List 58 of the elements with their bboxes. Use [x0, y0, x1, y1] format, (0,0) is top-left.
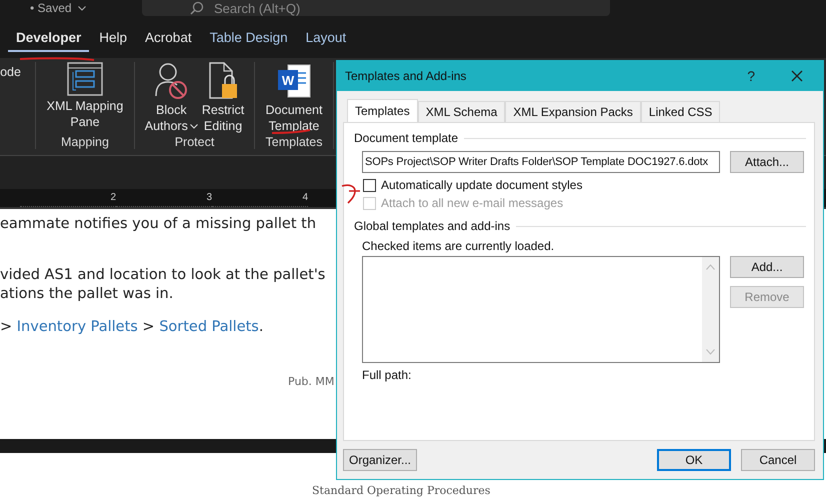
paragraph: vided AS1 and location to look at the pallet's	[0, 266, 326, 285]
ruler-number: 4	[302, 192, 308, 203]
dialog-title: Templates and Add-ins	[345, 69, 468, 83]
ribbon-tab[interactable]: Layout	[298, 26, 354, 52]
ribbon-button[interactable]: XML Mapping Pane	[46, 62, 124, 135]
chevron-down-icon	[706, 349, 715, 355]
arrow-mark-drawing	[341, 182, 361, 204]
paragraph: > Inventory Pallets > Sorted Pallets.	[0, 318, 264, 337]
ribbon-tab[interactable]: Developer	[8, 26, 90, 52]
person-block-icon	[154, 62, 188, 100]
paragraph: eammate notifies you of a missing pallet th	[0, 215, 316, 234]
close-icon	[791, 70, 803, 82]
section-label: Document template	[354, 131, 458, 145]
dialog-tab[interactable]: Templates	[347, 99, 418, 122]
dialog-tab[interactable]: Linked CSS	[640, 101, 720, 122]
dialog-tab[interactable]: XML Expansion Packs	[505, 101, 641, 122]
attach-button[interactable]: Attach...	[730, 151, 804, 173]
mapping-pane-icon	[66, 62, 103, 96]
search-bar[interactable]: Search (Alt+Q)	[142, 0, 610, 16]
full-path-label: Full path:	[361, 368, 412, 382]
ribbon-button[interactable]: Block Authors	[144, 62, 198, 135]
ribbon-tab[interactable]: Acrobat	[137, 26, 200, 52]
template-list[interactable]	[362, 256, 720, 363]
page-heading: Standard Operating Procedures	[312, 484, 490, 497]
caret-icon	[78, 6, 86, 10]
group-label: Protect	[174, 135, 216, 149]
dialog-button[interactable]: Add...	[730, 256, 804, 278]
ribbon-tab[interactable]: Help	[91, 26, 136, 52]
group-label: Mapping	[60, 135, 110, 149]
ruler-number: 2	[110, 192, 116, 203]
dialog-button[interactable]: Organizer...	[343, 449, 417, 471]
ribbon-button[interactable]: ode	[0, 62, 21, 149]
checkbox[interactable]	[363, 178, 376, 192]
scrollbar[interactable]	[702, 257, 719, 362]
search-field[interactable]: Search (Alt+Q)	[214, 0, 414, 16]
dialog-tab[interactable]: XML Schema	[418, 101, 506, 122]
section-label: Global templates and add-ins	[354, 219, 510, 233]
dialog-button: Remove	[730, 286, 804, 308]
chevron-up-icon	[706, 264, 715, 270]
dialog-button[interactable]: OK	[657, 449, 731, 471]
page-footer: Pub. MM	[288, 375, 334, 388]
hint-text: Checked items are currently loaded.	[361, 239, 556, 253]
template-path-field[interactable]: SOPs Project\SOP Writer Drafts Folder\SOP Template DOC1927.6.dotx	[362, 151, 720, 173]
document-lock-icon	[208, 62, 238, 100]
link[interactable]: Sorted Pallets	[159, 319, 259, 335]
ribbon-tab[interactable]: Table Design	[202, 26, 296, 52]
checkbox-label: Attach to all new e-mail messages	[381, 196, 564, 210]
help-button[interactable]: ?	[737, 66, 765, 86]
search-icon	[190, 1, 204, 15]
link[interactable]: Inventory Pallets	[16, 319, 138, 335]
ribbon-button[interactable]: W Document Template	[266, 62, 322, 135]
group-label: Templates	[264, 135, 324, 149]
checkbox-label: Automatically update document styles	[381, 178, 582, 192]
ruler-number: 3	[206, 192, 212, 203]
dialog-button[interactable]: Cancel	[741, 449, 815, 471]
save-status: • Saved	[30, 1, 72, 15]
paragraph: ations the pallet was in.	[0, 285, 174, 304]
ribbon-button[interactable]: Restrict Editing	[202, 62, 244, 135]
